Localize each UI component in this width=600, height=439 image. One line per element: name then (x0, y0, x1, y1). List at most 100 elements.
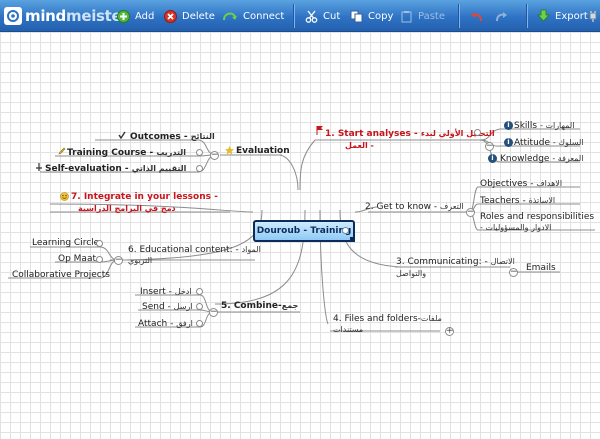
topic-skills[interactable]: Skills - المهارات (514, 120, 574, 132)
plug-icon (589, 10, 597, 22)
topic-integrate[interactable]: 7. Integrate in your lessons - (71, 192, 218, 203)
mindmeister-logo: mindmeister (4, 6, 129, 26)
topic-emails-label: Emails (526, 263, 556, 273)
topic-objectives-arabic: الاهداف (536, 179, 563, 188)
toolbar-divider (526, 4, 528, 28)
connect-button[interactable]: Connect (222, 6, 284, 26)
topic-communicating[interactable]: 3. Communicating: - الاتصال (396, 256, 515, 268)
topic-self-evaluation[interactable]: Self-evaluation - التقييم الذاتي (45, 163, 186, 175)
topic-communicating-line2: والتواصل (396, 268, 426, 280)
collapse-toggle[interactable]: − (485, 142, 494, 151)
note-icon (342, 227, 349, 234)
topic-send-arabic: ارسل (173, 302, 193, 311)
pin-icon (36, 163, 42, 171)
topic-educational-content-arabic: المواد (241, 245, 261, 254)
topic-integrate-line2: دمج في البرامج الدراسية (78, 203, 176, 215)
copy-button[interactable]: Copy (350, 6, 393, 26)
topic-op-maat[interactable]: Op Maat (58, 254, 96, 265)
redo-icon (496, 11, 507, 21)
topic-start-analyses-arabic-2: العمل - (345, 141, 374, 150)
delete-icon (164, 9, 177, 23)
topic-teachers[interactable]: Teachers - الاساتذة (480, 195, 555, 207)
topic-start-analyses-label: 1. Start analyses - (325, 129, 418, 139)
topic-files-folders-arabic: ملفات (420, 314, 442, 323)
topic-start-analyses-line2: العمل - (345, 140, 374, 152)
paste-label: Paste (418, 10, 445, 22)
delete-button[interactable]: Delete (164, 6, 215, 26)
topic-insert-label: Insert - (140, 287, 172, 297)
undo-button[interactable] (470, 6, 489, 26)
topic-outcomes[interactable]: Outcomes - النتائج (130, 131, 215, 143)
expand-toggle[interactable]: + (445, 327, 454, 336)
add-label: Add (135, 10, 155, 22)
topic-start-analyses[interactable]: 1. Start analyses - التحليل الأولي لبدء (325, 128, 495, 140)
topic-educational-content-arabic-2: التربوي (128, 256, 153, 265)
note-icon (196, 288, 203, 295)
topic-emails[interactable]: Emails (526, 263, 556, 274)
topic-start-analyses-arabic: التحليل الأولي لبدء (420, 129, 495, 138)
toolbar-divider (458, 4, 460, 28)
collapse-toggle[interactable]: − (210, 151, 219, 160)
info-icon: i (504, 138, 513, 147)
topic-outcomes-arabic: النتائج (190, 132, 215, 141)
scissors-icon (305, 10, 318, 23)
topic-combine[interactable]: 5. Combine-جمع (221, 300, 298, 312)
topic-teachers-label: Teachers - (480, 196, 526, 206)
delete-label: Delete (182, 10, 215, 22)
topic-send[interactable]: Send - ارسل (142, 301, 193, 313)
topic-evaluation-label: Evaluation (236, 146, 290, 156)
redo-button[interactable] (494, 6, 513, 26)
toolbar-divider (293, 4, 295, 28)
note-icon (196, 149, 203, 156)
topic-skills-arabic: - المهارات (540, 121, 575, 130)
topic-collaborative-projects[interactable]: Collaborative Projects (12, 270, 110, 281)
add-button[interactable]: Add (117, 6, 154, 26)
topic-integrate-label: 7. Integrate in your lessons - (71, 192, 218, 202)
smiley-icon (60, 192, 69, 201)
topic-learning-circle-label: Learning Circle (32, 238, 100, 248)
add-icon (117, 9, 130, 23)
paste-button[interactable]: Paste (400, 6, 445, 26)
topic-training-course[interactable]: Training Course - التدريب (67, 147, 186, 159)
paste-icon (401, 10, 412, 22)
topic-knowledge-arabic: - المعرفة (552, 154, 584, 163)
topic-objectives[interactable]: Objectives - الاهداف (480, 178, 562, 190)
resize-handle[interactable] (350, 237, 355, 242)
topic-get-to-know-arabic: التعرف (440, 202, 464, 211)
topic-get-to-know[interactable]: 2. Get to know - التعرف (365, 201, 464, 213)
export-button[interactable]: Export (537, 6, 588, 26)
topic-op-maat-label: Op Maat (58, 254, 96, 264)
connect-icon (223, 12, 237, 21)
collapse-toggle[interactable]: − (209, 308, 218, 317)
topic-integrate-arabic: دمج في البرامج الدراسية (78, 204, 176, 213)
topic-insert[interactable]: Insert - ادخل (140, 286, 192, 298)
central-topic[interactable]: Douroub - Training (253, 220, 355, 242)
topic-attitude[interactable]: Attitude - السلوك (514, 137, 584, 149)
topic-learning-circle[interactable]: Learning Circle (32, 238, 99, 249)
topic-self-evaluation-label: Self-evaluation - (45, 164, 129, 174)
star-icon (225, 146, 234, 155)
logo-brain-icon (4, 7, 22, 25)
topic-roles-arabic: - الادوار والمسؤوليات (480, 223, 552, 232)
info-icon: i (488, 154, 497, 163)
link-central-start-analyses (299, 139, 316, 191)
topic-self-evaluation-arabic: التقييم الذاتي (131, 164, 187, 173)
topic-files-folders-arabic-2: مستندات (333, 325, 364, 334)
cut-button[interactable]: Cut (305, 6, 340, 26)
mindmap-canvas[interactable]: Douroub - Training 1. Start analyses - ا… (0, 32, 600, 439)
more-button[interactable] (588, 6, 600, 26)
collapse-toggle[interactable]: − (509, 268, 518, 277)
topic-attach[interactable]: Attach - ارفق (138, 318, 193, 330)
collapse-toggle[interactable]: − (466, 208, 475, 217)
topic-communicating-arabic-2: والتواصل (396, 269, 427, 278)
logo-text-part1: mind (25, 7, 66, 25)
central-topic-label: Douroub - Training (256, 226, 352, 236)
topic-evaluation[interactable]: Evaluation (236, 146, 290, 157)
topic-attitude-label: Attitude (514, 138, 551, 148)
topic-knowledge[interactable]: Knowledge - المعرفة (500, 153, 583, 165)
info-icon: i (504, 121, 513, 130)
collapse-toggle[interactable]: − (114, 256, 123, 265)
topic-get-to-know-label: 2. Get to know - (365, 202, 438, 212)
topic-send-label: Send - (142, 302, 171, 312)
topic-roles-label: Roles and responsibilities (480, 212, 595, 222)
